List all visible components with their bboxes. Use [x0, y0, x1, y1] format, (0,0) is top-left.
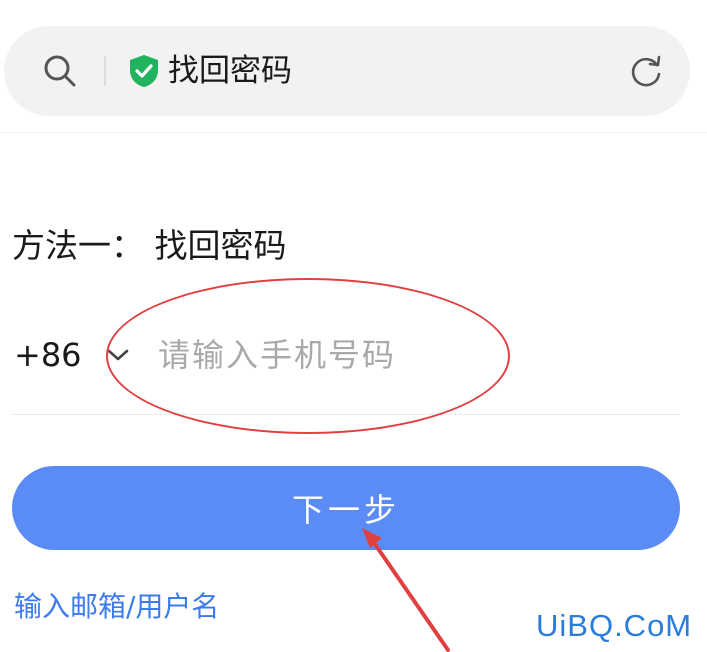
header-separator	[0, 132, 707, 133]
method-heading: 方法一： 找回密码	[12, 226, 287, 265]
watermark: UiBQ.CoM	[536, 608, 693, 643]
phone-input-underline	[12, 414, 680, 415]
page: 找回密码 方法一： 找回密码 +86 下一步 输入邮箱/用户名 UiBQ.CoM	[0, 0, 707, 652]
title-bar: 找回密码	[4, 26, 690, 116]
search-icon[interactable]	[40, 51, 80, 91]
chevron-down-icon[interactable]	[105, 346, 131, 364]
next-button[interactable]: 下一步	[12, 466, 680, 550]
page-title: 找回密码	[168, 53, 292, 89]
shield-check-icon	[130, 55, 158, 87]
country-code-select[interactable]: +86	[14, 332, 82, 378]
phone-number-input[interactable]	[158, 326, 658, 384]
email-username-link[interactable]: 输入邮箱/用户名	[14, 586, 219, 628]
title-bar-divider	[104, 56, 106, 86]
refresh-icon[interactable]	[626, 52, 666, 92]
